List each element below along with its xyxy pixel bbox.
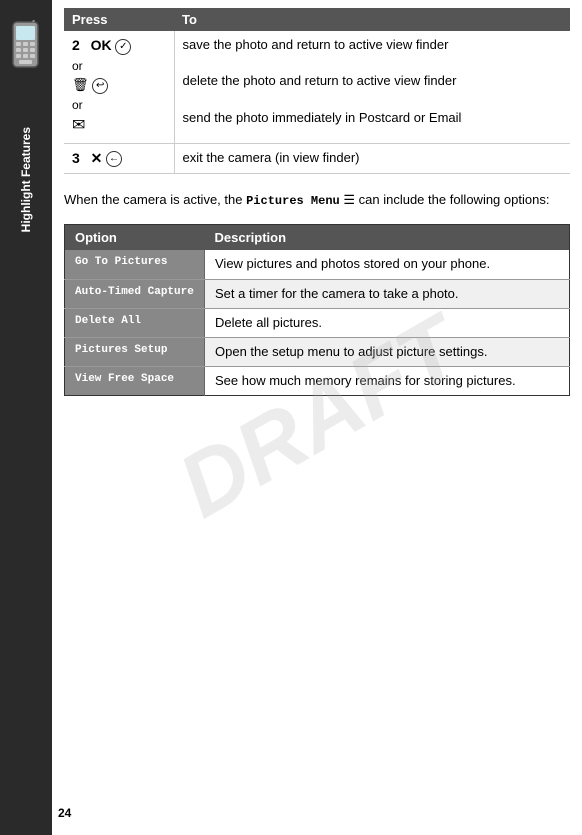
table-row: Auto-Timed CaptureSet a timer for the ca… [65,279,570,308]
step-number: 2 [72,37,80,53]
back-key: ✕ [91,150,103,166]
table-row: 3 ✕ ← exit the camera (in view finder) [64,143,570,174]
option-cell: Delete All [65,308,205,337]
to-text-trash: delete the photo and return to active vi… [183,73,457,88]
sidebar: Highlight Features [0,0,52,835]
trash-circle: ↩ [92,78,108,94]
to-cell-2: save the photo and return to active view… [174,31,570,143]
table-row: 2 OK ✓ or 🗑 ↩ or ✉ save the photo and re… [64,31,570,143]
options-table: Option Description Go To PicturesView pi… [64,224,570,396]
instruction-table: Press To 2 OK ✓ or 🗑 ↩ or ✉ sav [64,8,570,174]
intro-paragraph: When the camera is active, the Pictures … [64,190,570,210]
option-cell: Auto-Timed Capture [65,279,205,308]
option-cell: Go To Pictures [65,250,205,279]
description-cell: Open the setup menu to adjust picture se… [205,337,570,366]
description-cell: View pictures and photos stored on your … [205,250,570,279]
phone-icon [8,20,43,75]
step-number-3: 3 [72,150,80,166]
page-number: 24 [58,806,71,820]
to-text-back: exit the camera (in view finder) [183,150,360,165]
description-cell: Delete all pictures. [205,308,570,337]
main-content: Press To 2 OK ✓ or 🗑 ↩ or ✉ sav [52,0,582,835]
back-circle: ← [106,151,122,167]
option-header: Option [65,225,205,251]
menu-icon: ☰ [343,192,358,207]
ok-key: OK [91,37,112,53]
table-row: Delete AllDelete all pictures. [65,308,570,337]
or-label-1: or [72,58,166,75]
press-header: Press [64,8,174,31]
press-cell-3: 3 ✕ ← [64,143,174,174]
to-text-email: send the photo immediately in Postcard o… [183,110,462,125]
option-cell: View Free Space [65,367,205,396]
or-label-2: or [72,97,166,114]
description-cell: Set a timer for the camera to take a pho… [205,279,570,308]
sidebar-label: Highlight Features [0,80,52,280]
to-cell-3: exit the camera (in view finder) [174,143,570,174]
table-row: View Free SpaceSee how much memory remai… [65,367,570,396]
trash-key-icon: 🗑 [72,77,89,92]
press-cell: 2 OK ✓ or 🗑 ↩ or ✉ [64,31,174,143]
ok-key-icon: ✓ [115,39,131,55]
option-cell: Pictures Setup [65,337,205,366]
table-row: Go To PicturesView pictures and photos s… [65,250,570,279]
to-header: To [174,8,570,31]
description-cell: See how much memory remains for storing … [205,367,570,396]
email-icon: ✉ [72,117,85,134]
to-text-ok: save the photo and return to active view… [183,37,449,52]
table-row: Pictures SetupOpen the setup menu to adj… [65,337,570,366]
description-header: Description [205,225,570,251]
